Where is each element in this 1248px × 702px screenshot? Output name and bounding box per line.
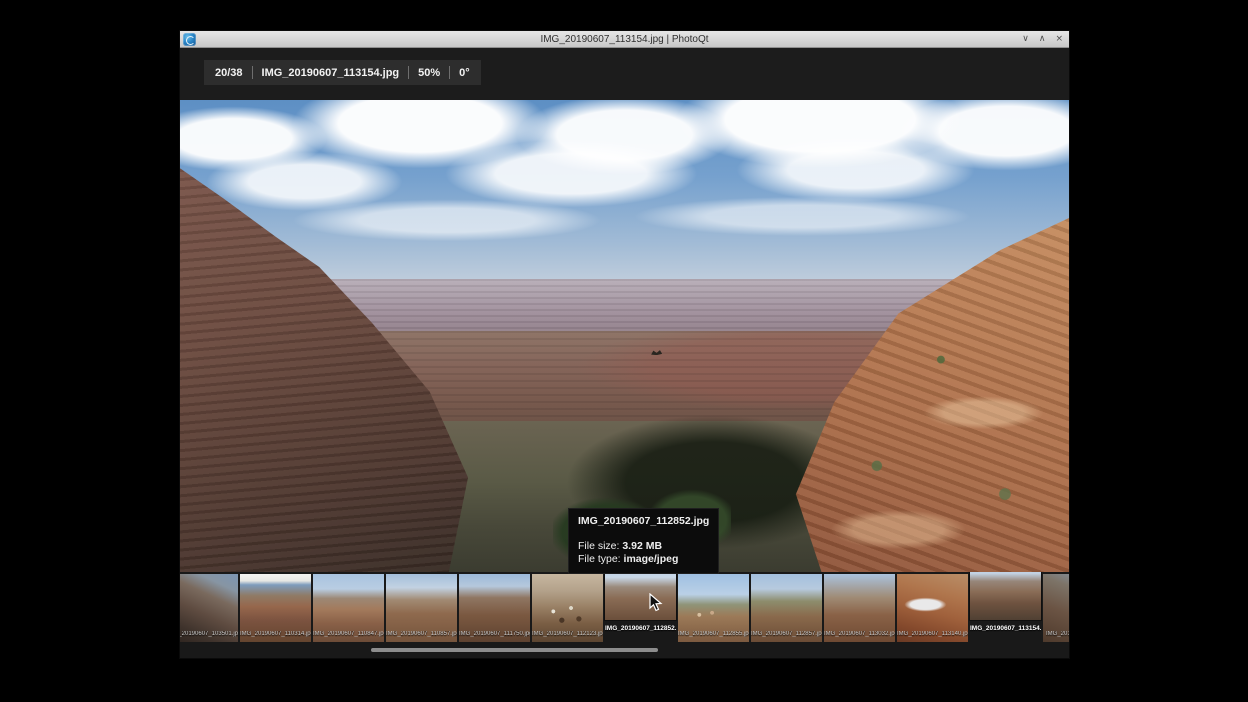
thumbnail-image [605, 572, 676, 620]
thumbnail-item[interactable]: IMG_20190607_113032.jpg [824, 574, 895, 650]
thumbnail-item[interactable]: IMG_20190607_110847.jpg [313, 574, 384, 650]
close-button[interactable]: × [1055, 31, 1063, 48]
thumbnail-item[interactable]: IMG_20190607_110857.jpg [386, 574, 457, 650]
arrow-cursor-icon [648, 593, 664, 618]
thumbnail-row: IMG_20190607_103501.jpg IMG_20190607_110… [180, 574, 1069, 650]
thumbnail-label: IMG_201906 [1043, 631, 1069, 637]
thumbnail-label: IMG_20190607_113032.jpg [824, 631, 895, 637]
tooltip-filetype-label: File type: [578, 553, 624, 565]
separator [449, 66, 450, 79]
thumbnail-label: IMG_20190607_112852.jpg [605, 625, 676, 632]
maximize-button[interactable]: ∧ [1039, 31, 1046, 48]
titlebar[interactable]: IMG_20190607_113154.jpg | PhotoQt ∨ ∧ × [180, 31, 1069, 48]
thumbnail-strip: IMG_20190607_103501.jpg IMG_20190607_110… [180, 572, 1069, 658]
window-controls: ∨ ∧ × [1022, 31, 1063, 48]
thumbnail-item[interactable]: IMG_20190607_112857.jpg [751, 574, 822, 650]
thumbnail-label: IMG_20190607_103501.jpg [180, 631, 238, 637]
thumbnail-label: IMG_20190607_113140.jpg [897, 631, 968, 637]
main-image[interactable] [180, 100, 1069, 572]
window-title: IMG_20190607_113154.jpg | PhotoQt [180, 34, 1069, 45]
thumbnail-label: IMG_20190607_110857.jpg [386, 631, 457, 637]
thumbnail-item[interactable]: IMG_20190607_113140.jpg [897, 574, 968, 650]
tooltip-filesize-row: File size: 3.92 MB [578, 540, 709, 553]
thumbnail-item[interactable]: IMG_20190607_112123.jpg [532, 574, 603, 650]
rotation-angle: 0° [459, 67, 470, 79]
separator [252, 66, 253, 79]
thumbnail-item-current[interactable]: IMG_20190607_113154.jpg [970, 574, 1041, 650]
tooltip-filesize-label: File size: [578, 540, 622, 552]
photoqt-window: IMG_20190607_113154.jpg | PhotoQt ∨ ∧ × … [180, 31, 1069, 658]
thumbnail-item[interactable]: IMG_201906 [1043, 574, 1069, 650]
thumbnail-label: IMG_20190607_112123.jpg [532, 631, 603, 637]
thumbnail-item[interactable]: IMG_20190607_103501.jpg [180, 574, 238, 650]
thumbnail-label: IMG_20190607_110314.jpg [240, 631, 311, 637]
thumbnail-item[interactable]: IMG_20190607_112855.jpg [678, 574, 749, 650]
photoqt-logo-icon [183, 33, 196, 46]
tooltip-filetype-row: File type: image/jpeg [578, 553, 709, 566]
zoom-level: 50% [418, 67, 440, 79]
minimize-button[interactable]: ∨ [1022, 31, 1029, 48]
separator [408, 66, 409, 79]
thumbnail-label: IMG_20190607_113154.jpg [970, 625, 1041, 632]
thumbnail-label: IMG_20190607_112855.jpg [678, 631, 749, 637]
thumbnail-image [970, 572, 1041, 620]
horizontal-scrollbar-thumb[interactable] [371, 648, 658, 652]
thumbnail-item[interactable]: IMG_20190607_111750.jpg [459, 574, 530, 650]
position-counter: 20/38 [215, 67, 243, 79]
thumbnail-label: IMG_20190607_111750.jpg [459, 631, 530, 637]
tooltip-filesize-value: 3.92 MB [622, 540, 662, 552]
thumbnail-item-hovered[interactable]: IMG_20190607_112852.jpg [605, 574, 676, 650]
current-image-filename: IMG_20190607_113154.jpg [262, 67, 400, 79]
thumbnail-item[interactable]: IMG_20190607_110314.jpg [240, 574, 311, 650]
tooltip-filetype-value: image/jpeg [624, 553, 679, 565]
thumbnail-tooltip: IMG_20190607_112852.jpg File size: 3.92 … [569, 509, 718, 573]
thumbnail-label: IMG_20190607_112857.jpg [751, 631, 822, 637]
image-info-bar: 20/38 IMG_20190607_113154.jpg 50% 0° [204, 60, 481, 85]
tooltip-filename: IMG_20190607_112852.jpg [578, 515, 709, 528]
thumbnail-label: IMG_20190607_110847.jpg [313, 631, 384, 637]
